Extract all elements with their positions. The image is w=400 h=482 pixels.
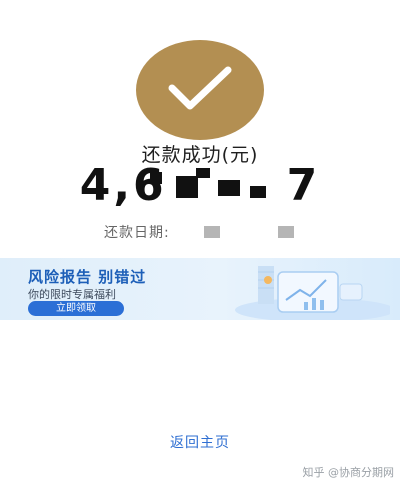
amount-prefix: 4,6 bbox=[79, 160, 167, 211]
amount-suffix: 7 bbox=[286, 160, 321, 211]
back-home-link[interactable]: 返回主页 bbox=[0, 432, 400, 452]
success-circle-icon bbox=[136, 40, 264, 140]
zhihu-watermark: 知乎 @协商分期网 bbox=[302, 466, 395, 479]
date-redaction bbox=[278, 226, 294, 238]
promo-banner[interactable]: 风险报告 别错过 你的限时专属福利 立即领取 bbox=[0, 258, 400, 320]
repayment-date-label: 还款日期: bbox=[104, 225, 170, 241]
date-redaction bbox=[204, 226, 220, 238]
banner-subtitle: 你的限时专属福利 bbox=[28, 288, 116, 301]
amount-redaction bbox=[250, 186, 266, 198]
amount-redaction bbox=[176, 176, 198, 198]
amount-redaction bbox=[218, 180, 240, 196]
check-icon bbox=[168, 66, 232, 110]
amount-redaction bbox=[150, 172, 162, 184]
banner-title: 风险报告 别错过 bbox=[28, 268, 147, 286]
report-illustration-icon bbox=[235, 266, 390, 320]
amount-redaction bbox=[196, 168, 210, 178]
claim-now-button[interactable]: 立即领取 bbox=[28, 301, 124, 316]
